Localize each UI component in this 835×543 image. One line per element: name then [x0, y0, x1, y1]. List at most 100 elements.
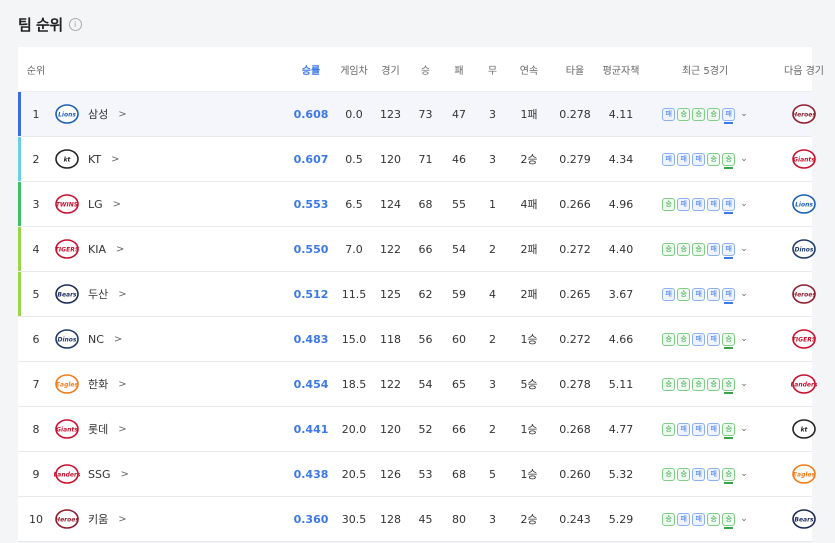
- chevron-down-icon[interactable]: ⌄: [740, 424, 748, 434]
- result-badge: 패: [692, 467, 706, 481]
- next-game-cell[interactable]: Heroes: [769, 103, 835, 125]
- team-cell[interactable]: TIGERS KIA >: [54, 238, 286, 260]
- chevron-down-icon[interactable]: ⌄: [740, 244, 748, 254]
- games-cell: 122: [380, 377, 401, 391]
- chevron-down-icon[interactable]: ⌄: [740, 334, 748, 344]
- last5-cell[interactable]: 승 승 패 패 승 ⌄: [641, 467, 769, 484]
- team-name[interactable]: 키움: [88, 511, 108, 527]
- chevron-down-icon[interactable]: ⌄: [740, 514, 748, 524]
- result-badge: 승: [707, 152, 721, 166]
- col-pct[interactable]: 승률: [286, 62, 336, 77]
- pct-cell: 0.438: [293, 467, 329, 481]
- next-game-cell[interactable]: Bears: [769, 508, 835, 530]
- chevron-right-icon: >: [115, 243, 125, 255]
- team-name[interactable]: NC: [88, 333, 104, 346]
- table-row[interactable]: 4 TIGERS KIA >0.550 7.0 122 66 54 2 2패 0.272 4.40 승 승…: [18, 227, 816, 272]
- col-draws[interactable]: 무: [476, 62, 509, 77]
- result-badge: 패: [692, 197, 706, 211]
- team-cell[interactable]: Heroes 키움 >: [54, 508, 286, 530]
- info-icon[interactable]: i: [68, 18, 82, 31]
- wins-cell: 66: [418, 242, 433, 256]
- team-cell[interactable]: kt KT >: [54, 148, 286, 170]
- last5-cell[interactable]: 승 승 승 패 패 ⌄: [641, 242, 769, 259]
- table-row[interactable]: 5 Bears 두산 >0.512 11.5 125 62 59 4 2패 0.265 3.67 패 승 패…: [18, 272, 816, 317]
- rank-cell: 6: [32, 332, 40, 346]
- col-rank[interactable]: 순위: [18, 62, 54, 77]
- result-badge: 승: [722, 377, 736, 394]
- chevron-down-icon[interactable]: ⌄: [740, 199, 748, 209]
- wins-cell: 52: [418, 422, 433, 436]
- col-gb[interactable]: 게임차: [336, 62, 372, 77]
- table-row[interactable]: 9 Landers SSG >0.438 20.5 126 53 68 5 1승 0.260 5.32…: [18, 452, 816, 497]
- team-cell[interactable]: Landers SSG >: [54, 463, 286, 485]
- next-game-cell[interactable]: kt: [769, 418, 835, 440]
- team-name[interactable]: LG: [88, 198, 103, 211]
- last5-cell[interactable]: 승 승 패 패 승 ⌄: [641, 332, 769, 349]
- team-name[interactable]: 삼성: [88, 106, 108, 122]
- losses-cell: 66: [452, 422, 466, 436]
- gb-cell: 11.5: [341, 287, 367, 301]
- next-game-cell[interactable]: Landers: [769, 373, 835, 395]
- next-game-cell[interactable]: TIGERS: [769, 328, 835, 350]
- avg-cell: 0.272: [559, 332, 591, 346]
- col-avg[interactable]: 타율: [549, 62, 601, 77]
- chevron-down-icon[interactable]: ⌄: [740, 154, 748, 164]
- draws-cell: 3: [489, 377, 496, 391]
- team-cell[interactable]: TWINS LG >: [54, 193, 286, 215]
- col-era[interactable]: 평균자책: [601, 62, 641, 77]
- era-cell: 5.11: [608, 377, 634, 391]
- team-name[interactable]: KT: [88, 153, 101, 166]
- col-games[interactable]: 경기: [372, 62, 409, 77]
- last5-cell[interactable]: 승 패 패 패 승 ⌄: [641, 422, 769, 439]
- svg-text:Heroes: Heroes: [55, 517, 79, 524]
- next-game-cell[interactable]: Giants: [769, 148, 835, 170]
- last5-cell[interactable]: 승 승 승 승 승 ⌄: [641, 377, 769, 394]
- result-badge: 승: [722, 332, 736, 349]
- team-name[interactable]: 롯데: [88, 421, 108, 437]
- era-cell: 4.77: [608, 422, 634, 436]
- svg-text:kt: kt: [801, 427, 809, 434]
- team-logo-icon: Heroes: [54, 508, 80, 530]
- last5-cell[interactable]: 패 패 패 승 승 ⌄: [641, 152, 769, 169]
- table-row[interactable]: 1 Lions 삼성 >0.608 0.0 123 73 47 3 1패 0.278 4.11 패 승 승 승…: [18, 92, 816, 137]
- chevron-down-icon[interactable]: ⌄: [740, 379, 748, 389]
- col-wins[interactable]: 승: [409, 62, 442, 77]
- team-name[interactable]: 한화: [88, 376, 108, 392]
- last5-cell[interactable]: 승 패 패 패 패 ⌄: [641, 197, 769, 214]
- table-row[interactable]: 10 Heroes 키움 >0.360 30.5 128 45 80 3 2승 0.243 5.29 승…: [18, 497, 816, 542]
- team-cell[interactable]: Eagles 한화 >: [54, 373, 286, 395]
- next-game-cell[interactable]: Lions: [769, 193, 835, 215]
- last5-cell[interactable]: 패 승 패 패 패 ⌄: [641, 287, 769, 304]
- last5-cell[interactable]: 패 승 승 승 패 ⌄: [641, 107, 769, 124]
- team-cell[interactable]: Bears 두산 >: [54, 283, 286, 305]
- team-name[interactable]: SSG: [88, 468, 111, 481]
- svg-text:Heroes: Heroes: [792, 112, 816, 119]
- table-row[interactable]: 7 Eagles 한화 >0.454 18.5 122 54 65 3 5승 0.278 5.11 승 승…: [18, 362, 817, 407]
- svg-text:TIGERS: TIGERS: [55, 247, 79, 254]
- next-game-cell[interactable]: Eagles: [769, 463, 835, 485]
- team-cell[interactable]: Lions 삼성 >: [54, 103, 286, 125]
- table-row[interactable]: 2 kt KT >0.607 0.5 120 71 46 3 2승 0.279 4.34 패 패 패 승 승 ⌄ G…: [18, 137, 816, 182]
- rank-bar: [18, 92, 21, 136]
- team-name[interactable]: KIA: [88, 243, 106, 256]
- col-losses[interactable]: 패: [442, 62, 476, 77]
- result-badge: 승: [677, 107, 691, 121]
- team-logo-icon: Giants: [54, 418, 80, 440]
- team-cell[interactable]: Dinos NC >: [54, 328, 286, 350]
- team-name[interactable]: 두산: [88, 286, 108, 302]
- result-badge: 승: [662, 467, 676, 481]
- games-cell: 118: [380, 332, 401, 346]
- next-game-cell[interactable]: Heroes: [769, 283, 835, 305]
- chevron-down-icon[interactable]: ⌄: [740, 289, 748, 299]
- table-row[interactable]: 8 Giants 롯데 >0.441 20.0 120 52 66 2 1승 0.268 4.77 승 패…: [18, 407, 816, 452]
- table-row[interactable]: 3 TWINS LG >0.553 6.5 124 68 55 1 4패 0.266 4.96 승 패 패 패…: [18, 182, 816, 227]
- chevron-down-icon[interactable]: ⌄: [740, 469, 748, 479]
- last5-cell[interactable]: 승 패 패 승 승 ⌄: [641, 512, 769, 529]
- team-cell[interactable]: Giants 롯데 >: [54, 418, 286, 440]
- table-row[interactable]: 6 Dinos NC >0.483 15.0 118 56 60 2 1승 0.272 4.66 승 승 패…: [18, 317, 816, 362]
- pct-cell: 0.360: [293, 512, 329, 526]
- col-streak[interactable]: 연속: [509, 62, 549, 77]
- result-badge: 승: [692, 107, 706, 121]
- chevron-down-icon[interactable]: ⌄: [740, 109, 748, 119]
- next-game-cell[interactable]: Dinos: [769, 238, 835, 260]
